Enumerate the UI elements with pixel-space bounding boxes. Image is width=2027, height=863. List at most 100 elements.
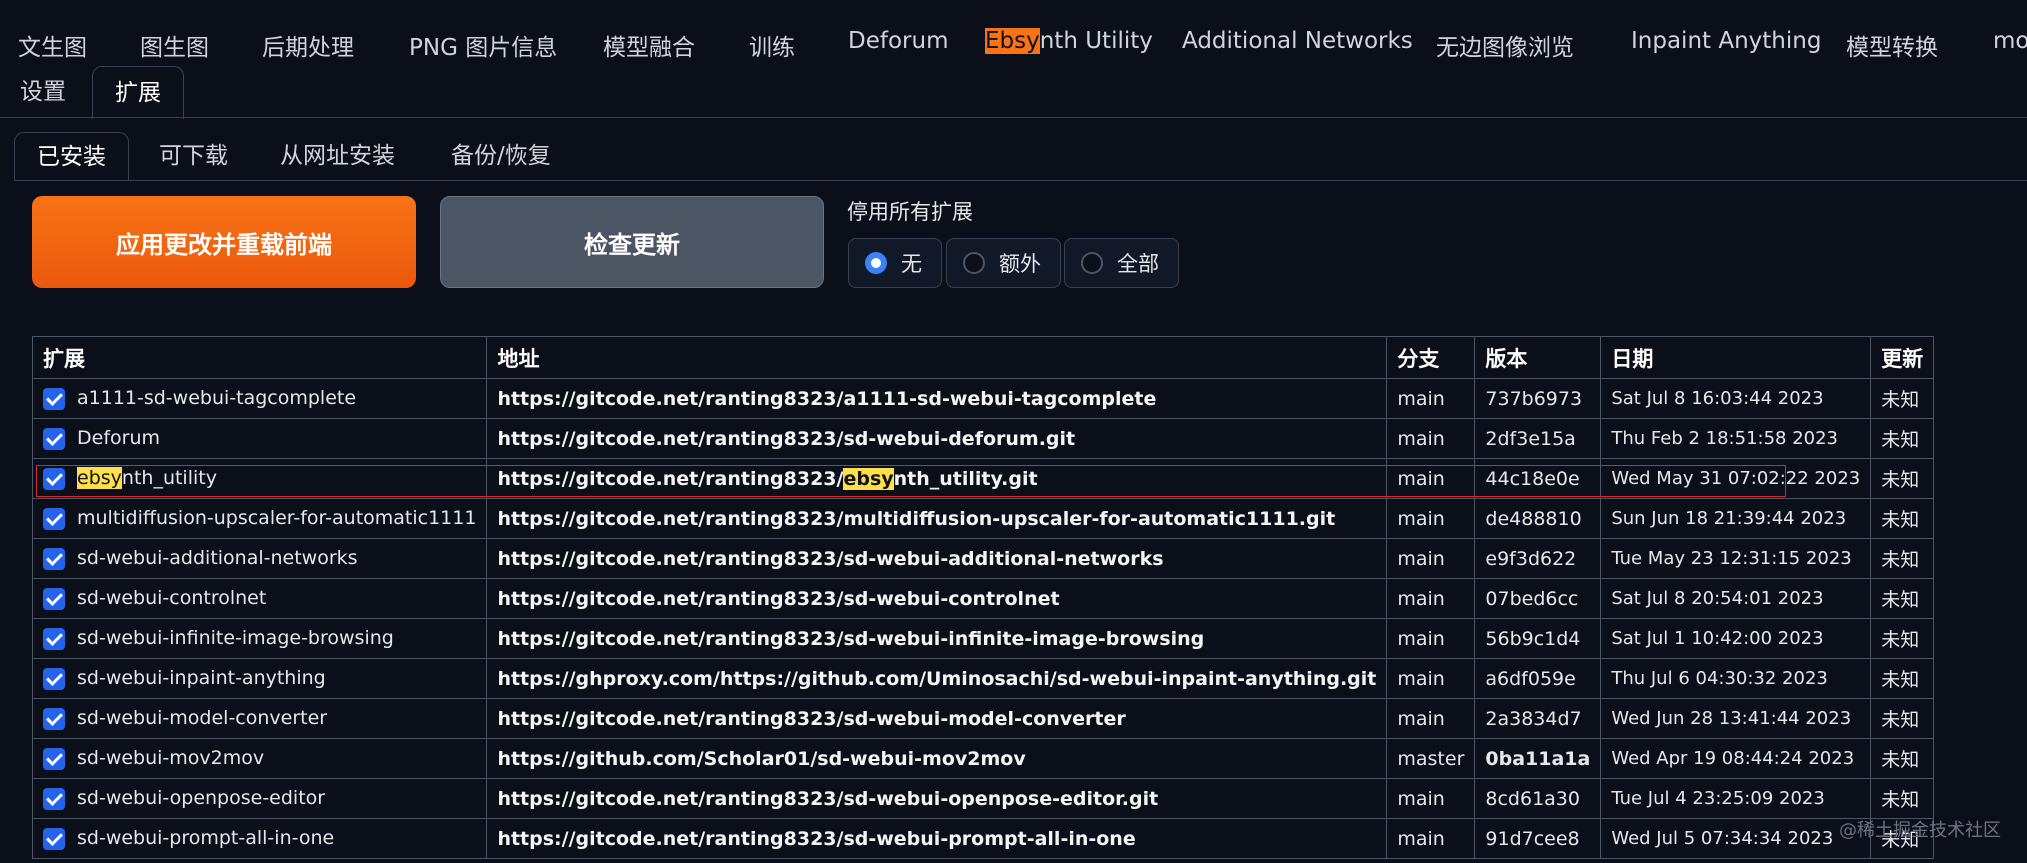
update-cell: 未知 bbox=[1870, 418, 1935, 459]
extension-url: https://gitcode.net/ranting8323/sd-webui… bbox=[497, 427, 1076, 450]
tab-settings[interactable]: 设置 bbox=[20, 66, 66, 118]
nav-tab-label: 模型融合 bbox=[603, 35, 695, 61]
date-cell: Wed Jul 5 07:34:34 2023 bbox=[1600, 818, 1872, 859]
version-cell: 2a3834d7 bbox=[1474, 698, 1602, 739]
nav-tab-0[interactable]: 文生图 bbox=[18, 28, 87, 62]
radio-dot-icon bbox=[865, 252, 887, 274]
enabled-checkbox[interactable] bbox=[43, 547, 65, 570]
extension-url: https://gitcode.net/ranting8323/ bbox=[497, 467, 844, 490]
tab-backup-restore[interactable]: 备份/恢复 bbox=[451, 132, 551, 180]
version-cell: e9f3d622 bbox=[1474, 538, 1602, 579]
nav-tab-6[interactable]: Deforum bbox=[848, 28, 948, 54]
date-cell: Sat Jul 1 10:42:00 2023 bbox=[1600, 618, 1872, 659]
tab-installed[interactable]: 已安装 bbox=[14, 132, 129, 181]
extension-name: sd-webui-openpose-editor bbox=[77, 787, 326, 810]
nav-tab-5[interactable]: 训练 bbox=[749, 28, 795, 62]
update-cell: 未知 bbox=[1870, 738, 1935, 779]
col-date: 日期 bbox=[1600, 336, 1872, 379]
nav-tab-label: Inpaint Anything bbox=[1631, 28, 1822, 54]
watermark: @稀土掘金技术社区 bbox=[1839, 820, 2001, 841]
table-row: Deforum https://gitcode.net/ranting8323/s… bbox=[31, 418, 1935, 459]
extension-url: https://gitcode.net/ranting8323/a1111-sd… bbox=[497, 387, 1157, 410]
extension-name-cell: sd-webui-infinite-image-browsing bbox=[31, 618, 488, 659]
nav-tab-12[interactable]: mo bbox=[1993, 28, 2027, 54]
enabled-checkbox[interactable] bbox=[43, 667, 65, 690]
extension-url-cell: https://gitcode.net/ranting8323/sd-webui… bbox=[486, 818, 1388, 859]
branch-cell: main bbox=[1386, 578, 1476, 619]
version-cell: a6df059e bbox=[1474, 658, 1602, 699]
nav-tab-4[interactable]: 模型融合 bbox=[603, 28, 695, 62]
extension-url-cell: https://gitcode.net/ranting8323/sd-webui… bbox=[486, 698, 1388, 739]
extension-url-cell: https://github.com/Scholar01/sd-webui-mo… bbox=[486, 738, 1388, 779]
version-cell: de488810 bbox=[1474, 498, 1602, 539]
col-update: 更新 bbox=[1870, 336, 1935, 379]
enabled-checkbox[interactable] bbox=[43, 787, 65, 810]
enabled-checkbox[interactable] bbox=[43, 387, 65, 410]
radio-all[interactable]: 全部 bbox=[1064, 238, 1179, 288]
nav-tab-1[interactable]: 图生图 bbox=[140, 28, 209, 62]
apply-and-restart-button[interactable]: 应用更改并重载前端 bbox=[32, 196, 416, 288]
nav-tab-label: 模型转换 bbox=[1846, 35, 1938, 61]
enabled-checkbox[interactable] bbox=[43, 747, 65, 770]
nav-tab-label: 训练 bbox=[749, 35, 795, 61]
update-cell: 未知 bbox=[1870, 658, 1935, 699]
enabled-checkbox[interactable] bbox=[43, 827, 65, 850]
branch-cell: main bbox=[1386, 498, 1476, 539]
extension-url: https://github.com/Scholar01/sd-webui-mo… bbox=[497, 747, 1026, 770]
nav-tab-9[interactable]: 无边图像浏览 bbox=[1436, 28, 1574, 62]
nav-tab-8[interactable]: Additional Networks bbox=[1182, 28, 1413, 54]
extension-url-suffix: nth_utility.git bbox=[893, 467, 1038, 490]
enabled-checkbox[interactable] bbox=[43, 507, 65, 530]
col-branch: 分支 bbox=[1386, 336, 1476, 379]
enabled-checkbox[interactable] bbox=[43, 427, 65, 450]
extension-url-cell: https://gitcode.net/ranting8323/sd-webui… bbox=[486, 418, 1388, 459]
extension-url: https://gitcode.net/ranting8323/sd-webui… bbox=[497, 827, 1136, 850]
date-cell: Tue May 23 12:31:15 2023 bbox=[1600, 538, 1872, 579]
extension-name: sd-webui-mov2mov bbox=[77, 747, 265, 770]
extension-url-cell: https://gitcode.net/ranting8323/sd-webui… bbox=[486, 578, 1388, 619]
date-cell: Sat Jul 8 20:54:01 2023 bbox=[1600, 578, 1872, 619]
radio-none[interactable]: 无 bbox=[848, 238, 942, 288]
radio-extra[interactable]: 额外 bbox=[946, 238, 1061, 288]
branch-cell: main bbox=[1386, 698, 1476, 739]
nav-tab-11[interactable]: 模型转换 bbox=[1846, 28, 1938, 62]
tab-extensions[interactable]: 扩展 bbox=[92, 66, 184, 119]
nav-tab-10[interactable]: Inpaint Anything bbox=[1631, 28, 1821, 54]
nav-tab-7[interactable]: Ebsynth Utility bbox=[985, 28, 1153, 54]
extension-url: https://gitcode.net/ranting8323/sd-webui… bbox=[497, 707, 1126, 730]
nav-tab-2[interactable]: 后期处理 bbox=[262, 28, 354, 62]
nav-tab-label: nth Utility bbox=[1039, 28, 1153, 54]
enabled-checkbox[interactable] bbox=[43, 587, 65, 610]
update-cell: 未知 bbox=[1870, 458, 1935, 499]
radio-none-label: 无 bbox=[901, 252, 922, 276]
date-cell: Sat Jul 8 16:03:44 2023 bbox=[1600, 378, 1872, 419]
branch-cell: main bbox=[1386, 618, 1476, 659]
search-highlight: ebsy bbox=[843, 467, 894, 490]
branch-cell: main bbox=[1386, 658, 1476, 699]
date-cell: Thu Jul 6 04:30:32 2023 bbox=[1600, 658, 1872, 699]
version-cell: 8cd61a30 bbox=[1474, 778, 1602, 819]
date-cell: Wed Jun 28 13:41:44 2023 bbox=[1600, 698, 1872, 739]
date-cell: Wed Apr 19 08:44:24 2023 bbox=[1600, 738, 1872, 779]
check-updates-button[interactable]: 检查更新 bbox=[440, 196, 824, 288]
search-highlight: Ebsy bbox=[985, 28, 1040, 54]
date-cell: Wed May 31 07:02:22 2023 bbox=[1600, 458, 1872, 499]
col-url: 地址 bbox=[486, 336, 1388, 379]
update-cell: 未知 bbox=[1870, 698, 1935, 739]
enabled-checkbox[interactable] bbox=[43, 627, 65, 650]
extension-name-cell: sd-webui-prompt-all-in-one bbox=[31, 818, 488, 859]
nav-tab-3[interactable]: PNG 图片信息 bbox=[409, 28, 557, 62]
tab-available[interactable]: 可下载 bbox=[159, 132, 228, 180]
tab-install-from-url[interactable]: 从网址安装 bbox=[280, 132, 395, 180]
date-cell: Sun Jun 18 21:39:44 2023 bbox=[1600, 498, 1872, 539]
table-row: multidiffusion-upscaler-for-automatic111… bbox=[31, 498, 1935, 539]
branch-cell: main bbox=[1386, 538, 1476, 579]
enabled-checkbox[interactable] bbox=[43, 467, 65, 490]
extension-url-cell: https://ghproxy.com/https://github.com/U… bbox=[486, 658, 1388, 699]
table-row: sd-webui-additional-networks https://gitc… bbox=[31, 538, 1935, 579]
enabled-checkbox[interactable] bbox=[43, 707, 65, 730]
branch-cell: main bbox=[1386, 458, 1476, 499]
nav-tab-label: PNG 图片信息 bbox=[409, 35, 558, 61]
date-cell: Tue Jul 4 23:25:09 2023 bbox=[1600, 778, 1872, 819]
extension-url: https://gitcode.net/ranting8323/sd-webui… bbox=[497, 547, 1164, 570]
